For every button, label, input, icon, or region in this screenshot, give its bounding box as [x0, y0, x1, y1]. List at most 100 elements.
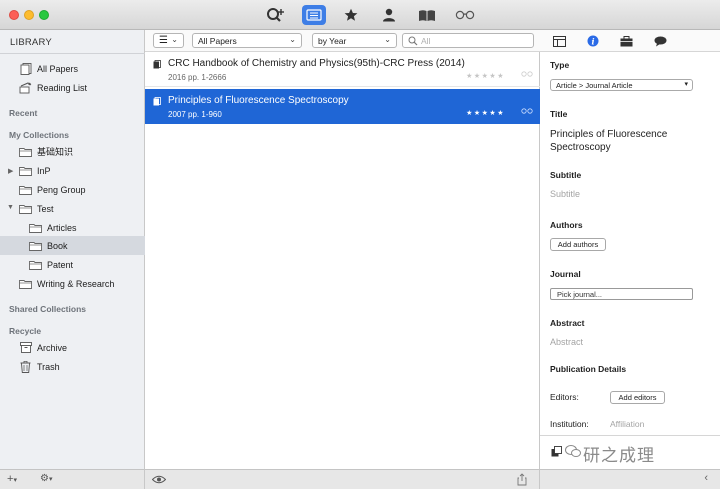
collection-label: 基础知识 [37, 147, 74, 157]
share-icon[interactable] [517, 473, 527, 486]
tab-notes[interactable] [652, 34, 668, 48]
editors-label: Editors: [550, 392, 579, 402]
folder-icon [29, 222, 42, 233]
table-icon [552, 35, 566, 47]
dropdown-arrow-icon: ▾ [684, 81, 688, 88]
collection-jichu[interactable]: 基础知识 [0, 142, 145, 161]
folder-icon [19, 203, 32, 214]
glasses-icon [521, 108, 533, 114]
book-open-icon[interactable] [415, 5, 439, 25]
rating-stars[interactable]: ★★★★★ [466, 109, 505, 117]
paper-list: ☰ ⌄ All Papers ⌄ by Year ⌄ CRC Handbook … [145, 30, 540, 469]
collection-label: Articles [47, 222, 77, 233]
title-label: Title [550, 109, 568, 119]
section-recycle: Recycle [9, 326, 42, 336]
info-icon: i [587, 35, 599, 47]
chevron-left-icon[interactable]: ‹ [704, 472, 708, 484]
sidebar-item-label: Archive [37, 342, 68, 353]
add-authors-button[interactable]: Add authors [550, 238, 606, 251]
rating-stars[interactable]: ★★★★★ [466, 72, 505, 80]
type-select[interactable]: Article > Journal Article ▾ [550, 79, 693, 91]
collection-inp[interactable]: InP [0, 161, 145, 180]
zoom-window-button[interactable] [39, 10, 49, 20]
institution-field[interactable]: Affiliation [610, 419, 644, 429]
paper-meta: 2007 pp. 1-960 [168, 110, 222, 119]
library-view-icon[interactable] [302, 5, 326, 25]
folder-icon [29, 259, 42, 270]
paper-filter-select[interactable]: All Papers ⌄ [192, 33, 302, 48]
sidebar-item-label: Trash [37, 361, 60, 372]
pick-journal-field[interactable]: Pick journal... [550, 288, 693, 300]
chevron-down-icon: ⌄ [384, 35, 391, 44]
list-toolbar: ☰ ⌄ All Papers ⌄ by Year ⌄ [145, 30, 540, 52]
collection-label: Test [37, 203, 54, 214]
institution-label: Institution: [550, 419, 589, 429]
sort-select[interactable]: by Year ⌄ [312, 33, 397, 48]
watermark-text: 研之成理 [583, 446, 655, 466]
folder-icon [29, 240, 42, 251]
chevron-down-icon: ⌄ [171, 35, 178, 44]
view-options-button[interactable]: ☰ ⌄ [153, 33, 184, 48]
inspector-footer: ‹ [540, 469, 720, 489]
folder-icon [19, 165, 32, 176]
list-footer [145, 469, 540, 489]
collection-patent[interactable]: Patent [0, 255, 145, 274]
chevron-down-icon: ⌄ [289, 35, 296, 44]
sidebar-item-label: Reading List [37, 82, 88, 93]
sidebar-item-label: All Papers [37, 63, 79, 74]
title-value[interactable]: Principles of Fluorescence Spectroscopy [550, 128, 700, 154]
section-my-collections: My Collections [9, 130, 69, 140]
sidebar-footer: +▾ ⚙▾ [0, 469, 145, 489]
close-window-button[interactable] [9, 10, 19, 20]
collection-book[interactable]: Book [0, 236, 145, 255]
title-bar [0, 0, 720, 30]
collection-writing-research[interactable]: Writing & Research [0, 274, 145, 293]
tab-overview[interactable] [551, 34, 567, 48]
paper-title: CRC Handbook of Chemistry and Physics(95… [168, 58, 465, 69]
tab-briefcase[interactable] [618, 34, 634, 48]
type-label: Type [550, 60, 570, 70]
sidebar-divider [0, 53, 145, 54]
sidebar-item-all-papers[interactable]: All Papers [0, 59, 145, 78]
person-icon[interactable] [377, 5, 401, 25]
eye-icon[interactable] [152, 475, 166, 484]
search-icon [408, 36, 418, 46]
library-header: LIBRARY [10, 37, 52, 48]
search-field[interactable] [402, 33, 534, 48]
add-editors-button[interactable]: Add editors [610, 391, 665, 404]
authors-label: Authors [550, 220, 583, 230]
sidebar-item-trash[interactable]: Trash [0, 357, 145, 376]
collection-label: Patent [47, 259, 74, 270]
trash-icon [19, 360, 32, 373]
attachment-icon[interactable] [551, 446, 562, 457]
paper-title: Principles of Fluorescence Spectroscopy [168, 95, 349, 106]
search-add-icon[interactable] [264, 5, 288, 25]
collection-articles[interactable]: Articles [0, 218, 145, 237]
sidebar-item-reading-list[interactable]: Reading List [0, 78, 145, 97]
search-input[interactable] [421, 35, 529, 46]
sidebar-item-archive[interactable]: Archive [0, 338, 145, 357]
add-collection-icon[interactable]: +▾ [7, 473, 17, 485]
collection-label: InP [37, 165, 51, 176]
abstract-field[interactable]: Abstract [550, 337, 583, 347]
paper-row[interactable]: CRC Handbook of Chemistry and Physics(95… [145, 52, 540, 87]
glasses-icon[interactable] [453, 5, 477, 25]
collection-peng-group[interactable]: Peng Group [0, 180, 145, 199]
collection-test[interactable]: Test [0, 199, 145, 218]
list-menu-icon: ☰ [159, 35, 168, 46]
collection-label: Writing & Research [37, 278, 115, 289]
tab-info[interactable]: i [585, 34, 601, 48]
paper-row-selected[interactable]: Principles of Fluorescence Spectroscopy … [145, 89, 540, 124]
section-shared-collections: Shared Collections [9, 304, 86, 314]
subtitle-field[interactable]: Subtitle [550, 189, 580, 199]
publication-details-label: Publication Details [550, 364, 627, 374]
star-icon[interactable] [339, 5, 363, 25]
collection-label: Book [47, 240, 68, 251]
gear-icon[interactable]: ⚙▾ [40, 473, 52, 484]
minimize-window-button[interactable] [24, 10, 34, 20]
papers-icon [19, 62, 32, 75]
folder-icon [19, 184, 32, 195]
document-icon [153, 60, 161, 69]
wechat-logo-icon [565, 445, 581, 457]
glasses-icon [521, 71, 533, 77]
